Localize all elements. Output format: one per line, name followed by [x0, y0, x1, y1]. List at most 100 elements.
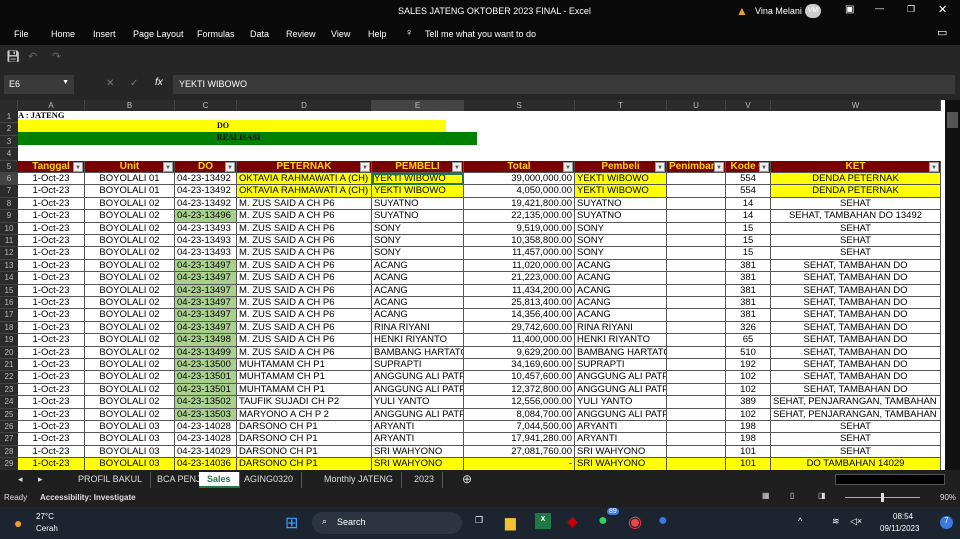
file-explorer-icon[interactable]: ▆ [505, 514, 516, 531]
cell-pembeli[interactable]: SUYATNO [372, 210, 464, 223]
cell-pembeli-realisasi[interactable]: ACANG [575, 309, 667, 322]
cell-pembeli[interactable]: ARYANTI [372, 421, 464, 434]
row-header-28[interactable]: 28 [0, 445, 18, 459]
cell-ket[interactable]: SEHAT, TAMBAHAN DO [771, 284, 941, 297]
cell-ket[interactable]: DENDA PETERNAK [771, 173, 941, 186]
cell-ket[interactable]: SEHAT, TAMBAHAN DO [771, 321, 941, 335]
cell-penimbang[interactable] [667, 396, 726, 409]
cell-penimbang[interactable] [667, 371, 726, 384]
row-header-22[interactable]: 22 [0, 371, 18, 384]
cell-pembeli[interactable]: YEKTI WIBOWO [372, 185, 464, 198]
cell-unit[interactable]: BOYOLALI 02 [85, 222, 175, 235]
cell-kode[interactable]: 326 [726, 321, 771, 335]
cell-ket[interactable]: SEHAT [771, 421, 941, 434]
cell-total[interactable]: 34,169,600.00 [464, 359, 575, 372]
cell-ket[interactable]: SEHAT, TAMBAHAN DO [771, 297, 941, 310]
cell-ket[interactable]: SEHAT, TAMBAHAN DO [771, 334, 941, 347]
cell-pembeli-realisasi[interactable]: HENKI RIYANTO [575, 334, 667, 347]
cell-pembeli[interactable]: HENKI RIYANTO [372, 334, 464, 347]
cell-penimbang[interactable] [667, 433, 726, 446]
cell-total[interactable]: 19,421,800.00 [464, 197, 575, 211]
start-icon[interactable]: ⊞ [285, 513, 298, 533]
cell-penimbang[interactable] [667, 284, 726, 297]
row-header-14[interactable]: 14 [0, 272, 18, 285]
row-header-12[interactable]: 12 [0, 247, 18, 260]
cell-peternak[interactable]: M. ZUS SAID A CH P6 [237, 321, 372, 335]
vertical-scrollbar[interactable] [945, 100, 960, 470]
cell-tanggal[interactable]: 1-Oct-23 [18, 396, 85, 409]
cell-peternak[interactable]: M. ZUS SAID A CH P6 [237, 346, 372, 359]
cell-kode[interactable]: 101 [726, 458, 771, 470]
menu-file[interactable]: File [14, 29, 29, 39]
filter-dropdown-icon[interactable]: ▼ [655, 161, 665, 172]
app-icon[interactable]: ◆ [567, 513, 578, 530]
tell-me-search[interactable]: Tell me what you want to do [425, 29, 536, 39]
cell-pembeli-realisasi[interactable]: ACANG [575, 297, 667, 310]
cell-total[interactable]: 7,044,500.00 [464, 421, 575, 434]
cell-penimbang[interactable] [667, 408, 726, 421]
cell-pembeli-realisasi[interactable]: SUPRAPTI [575, 359, 667, 372]
cell-kode[interactable]: 510 [726, 346, 771, 359]
cell-total[interactable]: 12,372,800.00 [464, 383, 575, 397]
cell-kode[interactable]: 15 [726, 247, 771, 260]
filter-dropdown-icon[interactable]: ▼ [759, 161, 769, 172]
task-view-icon[interactable]: ❐ [475, 515, 483, 526]
cell-total[interactable]: 17,941,280.00 [464, 433, 575, 446]
cell-ket[interactable]: SEHAT, TAMBAHAN DO [771, 371, 941, 384]
cell-unit[interactable]: BOYOLALI 03 [85, 445, 175, 459]
cell-pembeli[interactable]: ARYANTI [372, 433, 464, 446]
ribbon-display-icon[interactable]: ▣ [845, 4, 854, 15]
cell-total[interactable]: 21,223,000.00 [464, 272, 575, 285]
tray-chevron-icon[interactable]: ^ [798, 516, 802, 526]
cell-kode[interactable]: 381 [726, 297, 771, 310]
row-header-4[interactable]: 4 [0, 148, 18, 161]
cell-pembeli-realisasi[interactable]: ACANG [575, 272, 667, 285]
cell-do[interactable]: 04-23-13493 [175, 247, 237, 260]
cell-tanggal[interactable]: 1-Oct-23 [18, 408, 85, 421]
row-header-27[interactable]: 27 [0, 433, 18, 446]
name-box[interactable]: E6 ▼ [4, 75, 74, 94]
row-header-16[interactable]: 16 [0, 297, 18, 310]
excel-icon[interactable]: x [535, 513, 551, 529]
cell-tanggal[interactable]: 1-Oct-23 [18, 284, 85, 297]
cell-tanggal[interactable]: 1-Oct-23 [18, 433, 85, 446]
save-icon[interactable]: 💾︎ [6, 50, 20, 63]
cell-pembeli[interactable]: ACANG [372, 272, 464, 285]
cell-kode[interactable]: 381 [726, 272, 771, 285]
comments-icon[interactable]: ▭ [937, 26, 947, 39]
cell-do[interactable]: 04-23-13502 [175, 396, 237, 409]
cell-do[interactable]: 04-23-14028 [175, 421, 237, 434]
cell-ket[interactable]: SEHAT [771, 235, 941, 248]
cell-peternak[interactable]: M. ZUS SAID A CH P6 [237, 210, 372, 223]
sheet-tab-profil-bakul[interactable]: PROFIL BAKUL [70, 472, 152, 488]
cell-total[interactable]: 11,434,200.00 [464, 284, 575, 297]
cell-kode[interactable]: 15 [726, 235, 771, 248]
cell-do[interactable]: 04-23-14029 [175, 445, 237, 459]
cell-unit[interactable]: BOYOLALI 02 [85, 309, 175, 322]
cell-tanggal[interactable]: 1-Oct-23 [18, 445, 85, 459]
cell-pembeli-realisasi[interactable]: ACANG [575, 259, 667, 273]
row-header-19[interactable]: 19 [0, 334, 18, 347]
cell-do[interactable]: 04-23-13497 [175, 309, 237, 322]
sheet-tab-aging0320[interactable]: AGING0320 [236, 472, 303, 488]
filter-dropdown-icon[interactable]: ▼ [360, 161, 370, 172]
cell-penimbang[interactable] [667, 259, 726, 273]
cell-do[interactable]: 04-23-13497 [175, 321, 237, 335]
row-header-13[interactable]: 13 [0, 259, 18, 273]
cell-do[interactable]: 04-23-13501 [175, 371, 237, 384]
cell-ket[interactable]: SEHAT, TAMBAHAN DO [771, 346, 941, 359]
restore-button[interactable]: ❐ [907, 4, 915, 15]
cell-pembeli-realisasi[interactable]: ANGGUNG ALI PATPURI [575, 371, 667, 384]
cell-ket[interactable]: DENDA PETERNAK [771, 185, 941, 198]
filter-dropdown-icon[interactable]: ▼ [225, 161, 235, 172]
column-header-B[interactable]: B [85, 100, 175, 111]
cell-unit[interactable]: BOYOLALI 02 [85, 371, 175, 384]
cell-pembeli-realisasi[interactable]: ARYANTI [575, 421, 667, 434]
cell-do[interactable]: 04-23-14036 [175, 458, 237, 470]
cell-penimbang[interactable] [667, 383, 726, 397]
cell-unit[interactable]: BOYOLALI 02 [85, 272, 175, 285]
cell-do[interactable]: 04-23-13501 [175, 383, 237, 397]
clock-time[interactable]: 08:54 [893, 512, 913, 521]
cell-pembeli[interactable]: SONY [372, 222, 464, 235]
horizontal-scrollbar[interactable] [835, 474, 945, 485]
